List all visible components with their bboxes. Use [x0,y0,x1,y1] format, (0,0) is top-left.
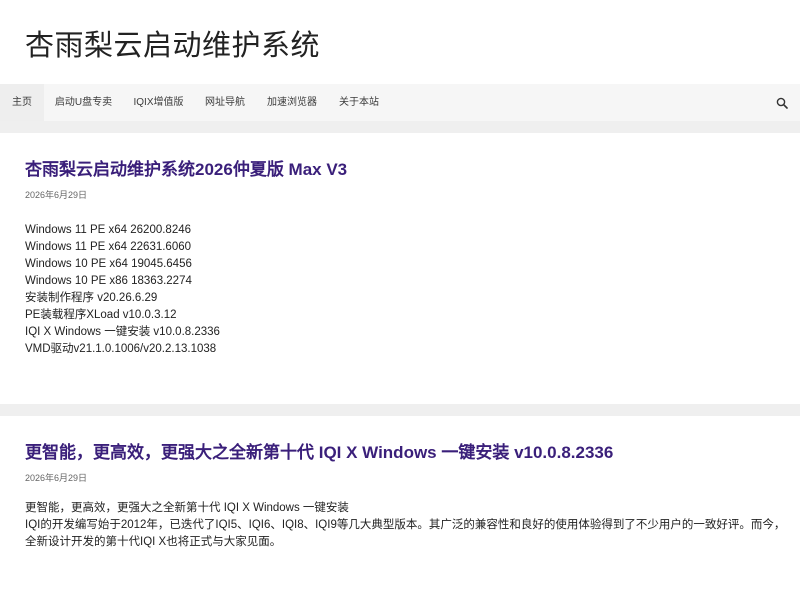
post-line: 全新设计开发的第十代IQI X也将正式与大家见面。 [25,536,282,548]
post-excerpt: Windows 11 PE x64 26200.8246 Windows 11 … [25,222,775,358]
nav-item-url-nav[interactable]: 网址导航 [194,84,256,121]
nav-item-browser[interactable]: 加速浏览器 [256,84,328,121]
post-date[interactable]: 2026年6月29日 [25,188,775,201]
nav-item-home[interactable]: 主页 [0,84,44,121]
post-card: 杏雨梨云启动维护系统2026仲夏版 Max V3 2026年6月29日 Wind… [25,160,775,358]
post-line: PE装载程序XLoad v10.0.3.12 [25,309,177,321]
site-header: 杏雨梨云启动维护系统 [0,0,800,84]
post-title[interactable]: 杏雨梨云启动维护系统2026仲夏版 Max V3 [25,160,775,180]
section-divider [0,404,800,416]
search-icon[interactable] [776,96,788,109]
section-divider [0,121,800,133]
post-card: 更智能，更高效，更强大之全新第十代 IQI X Windows 一键安装 v10… [25,443,786,551]
nav-item-usb-shop[interactable]: 启动U盘专卖 [44,84,123,121]
site-title[interactable]: 杏雨梨云启动维护系统 [25,22,320,64]
post-line: Windows 10 PE x86 18363.2274 [25,275,192,287]
nav-item-about[interactable]: 关于本站 [328,84,390,121]
post-line: Windows 10 PE x64 19045.6456 [25,258,192,270]
post-line: VMD驱动v21.1.0.1006/v20.2.13.1038 [25,343,217,355]
post-title[interactable]: 更智能，更高效，更强大之全新第十代 IQI X Windows 一键安装 v10… [25,443,775,463]
post-line: 更智能，更高效，更强大之全新第十代 IQI X Windows 一键安装 [25,502,349,514]
post-excerpt: 更智能，更高效，更强大之全新第十代 IQI X Windows 一键安装 IQI… [25,500,786,551]
post-line: Windows 11 PE x64 22631.6060 [25,241,192,253]
post-line: IQI的开发编写始于2012年，已迭代了IQI5、IQI6、IQI8、IQI9等… [25,519,786,531]
post-line: 安装制作程序 v20.26.6.29 [25,292,158,304]
post-line: IQI X Windows 一键安装 v10.0.8.2336 [25,326,220,338]
main-navigation: 主页 启动U盘专卖 IQIX增值版 网址导航 加速浏览器 关于本站 [0,84,800,121]
nav-item-iqix-plus[interactable]: IQIX增值版 [123,84,194,121]
post-date[interactable]: 2026年6月29日 [25,471,775,484]
post-line: Windows 11 PE x64 26200.8246 [25,224,192,236]
